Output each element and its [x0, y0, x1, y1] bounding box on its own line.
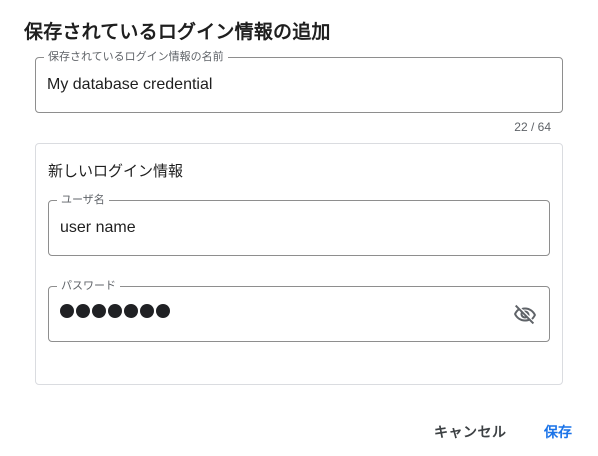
- new-credential-title: 新しいログイン情報: [48, 162, 184, 180]
- password-mask-dot: [124, 304, 138, 318]
- password-mask-dot: [156, 304, 170, 318]
- credential-name-field[interactable]: 保存されているログイン情報の名前 My database credential: [35, 50, 563, 113]
- password-mask-dot: [108, 304, 122, 318]
- new-credential-card: 新しいログイン情報 ユーザ名 user name パスワード: [35, 143, 563, 385]
- credential-name-label: 保存されているログイン情報の名前: [44, 50, 228, 64]
- password-input[interactable]: [60, 304, 172, 318]
- password-mask-dot: [92, 304, 106, 318]
- save-button[interactable]: 保存: [540, 420, 576, 444]
- cancel-button[interactable]: キャンセル: [430, 420, 511, 444]
- username-input[interactable]: user name: [60, 218, 136, 238]
- character-counter: 22 / 64: [514, 120, 551, 134]
- credential-name-input[interactable]: My database credential: [47, 75, 212, 95]
- password-field[interactable]: パスワード: [48, 279, 550, 342]
- username-field[interactable]: ユーザ名 user name: [48, 193, 550, 256]
- dialog-title: 保存されているログイン情報の追加: [24, 21, 331, 43]
- username-label: ユーザ名: [57, 193, 109, 207]
- visibility-off-icon[interactable]: [513, 303, 537, 327]
- password-mask-dot: [76, 304, 90, 318]
- password-mask-dot: [140, 304, 154, 318]
- password-mask-dot: [60, 304, 74, 318]
- password-label: パスワード: [57, 279, 120, 293]
